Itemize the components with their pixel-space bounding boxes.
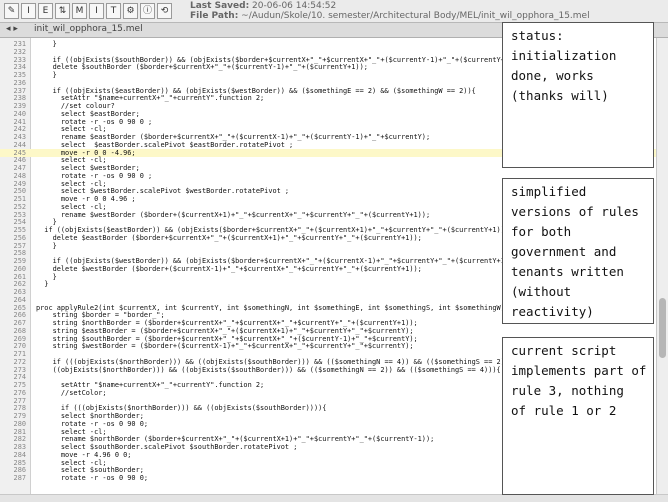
toolbar-button-1[interactable]: I [21, 3, 36, 19]
last-saved-value: 20-06-06 14:54:52 [252, 1, 337, 11]
file-path-value: ~/Audun/Skole/10. semester/Architectural… [241, 11, 590, 21]
rules-annotation: simplified versions of rules for both go… [502, 178, 654, 324]
code-text: rotate -r -os 0 90 0; [36, 474, 149, 482]
file-info: Last Saved: 20-06-06 14:54:52 File Path:… [190, 1, 590, 21]
editor-toolbar: ✎ I E ⇅ M I T ⚙ ⓘ ⟲ Last Saved: 20-06-06 14:54:52… [0, 0, 668, 23]
status-annotation: status: initialization done, works (than… [502, 22, 654, 168]
line-number: 287 [13, 474, 26, 482]
vertical-scrollbar[interactable] [656, 38, 668, 494]
toolbar-button-7[interactable]: ⚙ [123, 3, 138, 19]
toolbar-button-0[interactable]: ✎ [4, 3, 19, 19]
toolbar-button-6[interactable]: T [106, 3, 121, 19]
last-saved-label: Last Saved: [190, 1, 250, 11]
scrollbar-thumb[interactable] [659, 298, 666, 358]
tab-nav-arrows-icon[interactable]: ◂ ▸ [6, 24, 18, 34]
toolbar-button-2[interactable]: E [38, 3, 53, 19]
toolbar-button-5[interactable]: I [89, 3, 104, 19]
toolbar-button-3[interactable]: ⇅ [55, 3, 70, 19]
toolbar-button-9[interactable]: ⟲ [157, 3, 172, 19]
file-path-label: File Path: [190, 11, 239, 21]
toolbar-button-4[interactable]: M [72, 3, 87, 19]
document-tab[interactable]: init_wil_opphora_15.mel [34, 24, 143, 34]
current-script-annotation: current script implements part of rule 3… [502, 337, 654, 495]
toolbar-button-8[interactable]: ⓘ [140, 3, 155, 19]
